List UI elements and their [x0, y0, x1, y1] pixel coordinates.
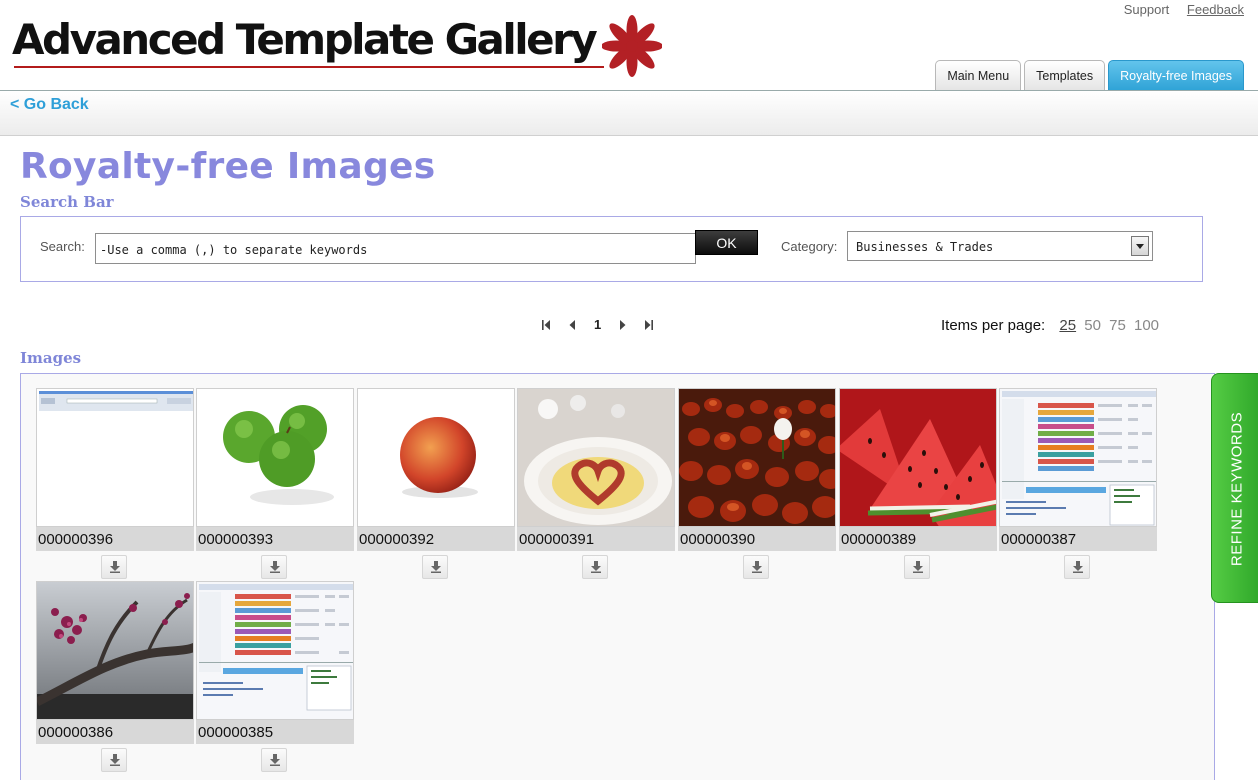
tab-templates[interactable]: Templates [1024, 60, 1106, 91]
download-icon[interactable] [261, 748, 287, 772]
main-tabs: Main Menu Templates Royalty-free Images [935, 60, 1244, 91]
download-icon[interactable] [743, 555, 769, 579]
image-id: 000000389 [839, 527, 997, 551]
image-id: 000000385 [196, 720, 354, 744]
download-icon[interactable] [1064, 555, 1090, 579]
per-page-option-50[interactable]: 50 [1084, 317, 1101, 334]
image-thumbnail[interactable] [839, 388, 997, 527]
per-page-option-75[interactable]: 75 [1109, 317, 1126, 334]
tab-royalty-free-images[interactable]: Royalty-free Images [1108, 60, 1244, 91]
image-thumbnail[interactable] [36, 581, 194, 720]
feedback-link[interactable]: Feedback [1187, 2, 1244, 17]
next-page-icon[interactable] [618, 319, 627, 331]
support-link[interactable]: Support [1124, 2, 1170, 17]
image-thumbnail[interactable] [36, 388, 194, 527]
ok-button[interactable]: OK [695, 230, 758, 255]
chevron-down-icon[interactable] [1131, 236, 1149, 256]
image-id: 000000390 [678, 527, 836, 551]
logo-star-icon [602, 15, 662, 77]
download-icon[interactable] [101, 748, 127, 772]
items-per-page: Items per page: 25 50 75 100 [941, 317, 1159, 334]
image-thumbnail[interactable] [999, 388, 1157, 527]
logo-underline [14, 66, 604, 68]
search-bar-panel: Search: -Use a comma (,) to separate key… [20, 216, 1203, 282]
per-page-option-25[interactable]: 25 [1059, 317, 1076, 334]
search-input[interactable]: -Use a comma (,) to separate keywords [95, 233, 696, 264]
category-select[interactable]: Businesses & Trades [847, 231, 1153, 261]
images-grid: 000000396 000000393 000000392 000000391 … [20, 373, 1215, 780]
download-icon[interactable] [582, 555, 608, 579]
image-thumbnail[interactable] [357, 388, 515, 527]
search-label: Search: [40, 239, 85, 254]
image-id: 000000396 [36, 527, 194, 551]
image-thumbnail[interactable] [678, 388, 836, 527]
logo-text: Advanced Template Gallery [12, 15, 598, 64]
image-thumbnail[interactable] [196, 581, 354, 720]
images-heading: Images [20, 349, 82, 367]
pagination: 1 [542, 317, 654, 332]
search-bar-heading: Search Bar [20, 193, 114, 211]
download-icon[interactable] [904, 555, 930, 579]
go-back-link[interactable]: < Go Back [10, 96, 89, 114]
image-id: 000000391 [517, 527, 675, 551]
items-per-page-label: Items per page: [941, 317, 1046, 334]
image-thumbnail[interactable] [517, 388, 675, 527]
previous-page-icon[interactable] [568, 319, 577, 331]
page-title: Royalty-free Images [20, 146, 436, 187]
category-label: Category: [781, 239, 838, 254]
app-root: Advanced Template Gallery Support Feedba… [0, 0, 1258, 780]
download-icon[interactable] [101, 555, 127, 579]
top-links: Support Feedback [1110, 2, 1244, 17]
download-icon[interactable] [422, 555, 448, 579]
refine-keywords-label: REFINE KEYWORDS [1228, 411, 1246, 567]
image-id: 000000393 [196, 527, 354, 551]
download-icon[interactable] [261, 555, 287, 579]
tab-main-menu[interactable]: Main Menu [935, 60, 1022, 91]
image-id: 000000392 [357, 527, 515, 551]
logo[interactable]: Advanced Template Gallery [12, 14, 672, 84]
last-page-icon[interactable] [644, 319, 654, 331]
image-thumbnail[interactable] [196, 388, 354, 527]
image-id: 000000386 [36, 720, 194, 744]
category-selected-value: Businesses & Trades [856, 240, 994, 254]
image-id: 000000387 [999, 527, 1157, 551]
first-page-icon[interactable] [542, 319, 551, 331]
sub-navigation-bar: < Go Back [0, 90, 1258, 136]
refine-keywords-tab[interactable]: REFINE KEYWORDS [1211, 373, 1258, 603]
current-page-number[interactable]: 1 [594, 317, 601, 332]
per-page-option-100[interactable]: 100 [1134, 317, 1159, 334]
